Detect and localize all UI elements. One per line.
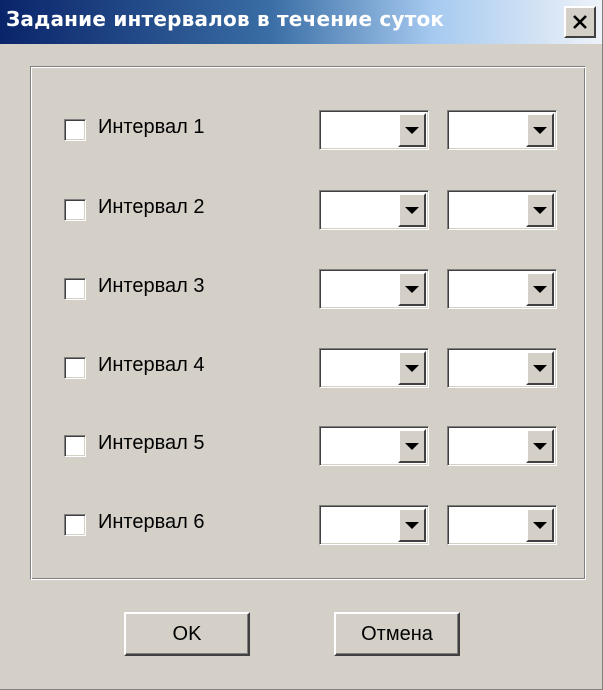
dropdown-button[interactable] — [526, 351, 554, 385]
interval-3-end-select[interactable] — [447, 269, 557, 309]
interval-4-end-select[interactable] — [447, 348, 557, 388]
close-icon — [573, 15, 587, 29]
interval-4-start-select[interactable] — [319, 348, 429, 388]
interval-row-6: Интервал 6 — [31, 505, 585, 545]
window-title: Задание интервалов в течение суток — [6, 7, 445, 31]
dropdown-button[interactable] — [526, 193, 554, 227]
chevron-down-icon — [533, 285, 547, 293]
dropdown-button[interactable] — [526, 113, 554, 147]
dropdown-button[interactable] — [398, 272, 426, 306]
interval-2-start-select[interactable] — [319, 190, 429, 230]
ok-button[interactable]: OK — [124, 612, 250, 656]
interval-5-label: Интервал 5 — [98, 432, 205, 454]
interval-row-5: Интервал 5 — [31, 426, 585, 466]
interval-3-checkbox[interactable] — [64, 278, 86, 300]
dropdown-button[interactable] — [398, 351, 426, 385]
interval-4-label: Интервал 4 — [98, 354, 205, 376]
interval-3-start-select[interactable] — [319, 269, 429, 309]
interval-1-end-select[interactable] — [447, 110, 557, 150]
interval-2-label: Интервал 2 — [98, 196, 205, 218]
dropdown-button[interactable] — [526, 272, 554, 306]
intervals-group: Интервал 1 Интервал 2 Интервал 3 Интерва… — [30, 66, 586, 580]
interval-6-end-select[interactable] — [447, 505, 557, 545]
dropdown-button[interactable] — [526, 508, 554, 542]
interval-5-end-select[interactable] — [447, 426, 557, 466]
interval-1-start-select[interactable] — [319, 110, 429, 150]
dropdown-button[interactable] — [398, 113, 426, 147]
interval-3-label: Интервал 3 — [98, 275, 205, 297]
chevron-down-icon — [533, 206, 547, 214]
interval-4-checkbox[interactable] — [64, 357, 86, 379]
cancel-button[interactable]: Отмена — [334, 612, 460, 656]
chevron-down-icon — [533, 364, 547, 372]
interval-1-checkbox[interactable] — [64, 119, 86, 141]
dropdown-button[interactable] — [398, 193, 426, 227]
interval-6-label: Интервал 6 — [98, 511, 205, 533]
chevron-down-icon — [405, 364, 419, 372]
chevron-down-icon — [405, 126, 419, 134]
chevron-down-icon — [533, 521, 547, 529]
chevron-down-icon — [533, 126, 547, 134]
dropdown-button[interactable] — [526, 429, 554, 463]
chevron-down-icon — [405, 442, 419, 450]
chevron-down-icon — [405, 206, 419, 214]
interval-row-1: Интервал 1 — [31, 110, 585, 150]
interval-row-2: Интервал 2 — [31, 190, 585, 230]
dialog-window: Задание интервалов в течение суток Интер… — [0, 0, 603, 690]
close-button[interactable] — [564, 6, 596, 38]
interval-row-3: Интервал 3 — [31, 269, 585, 309]
chevron-down-icon — [533, 442, 547, 450]
dropdown-button[interactable] — [398, 508, 426, 542]
interval-1-label: Интервал 1 — [98, 116, 205, 138]
interval-2-end-select[interactable] — [447, 190, 557, 230]
chevron-down-icon — [405, 521, 419, 529]
interval-5-start-select[interactable] — [319, 426, 429, 466]
interval-row-4: Интервал 4 — [31, 348, 585, 388]
interval-6-checkbox[interactable] — [64, 514, 86, 536]
interval-2-checkbox[interactable] — [64, 199, 86, 221]
interval-6-start-select[interactable] — [319, 505, 429, 545]
dropdown-button[interactable] — [398, 429, 426, 463]
title-bar[interactable]: Задание интервалов в течение суток — [0, 0, 602, 44]
interval-5-checkbox[interactable] — [64, 435, 86, 457]
chevron-down-icon — [405, 285, 419, 293]
